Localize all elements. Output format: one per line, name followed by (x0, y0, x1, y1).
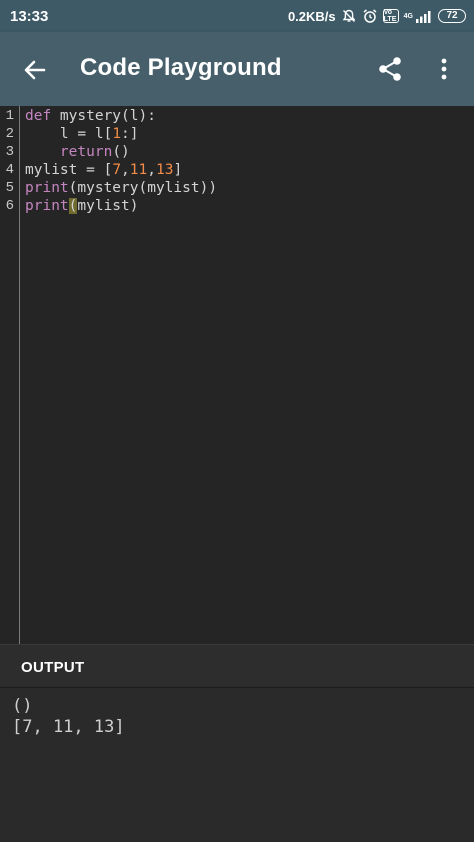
keyword-token: print (25, 198, 69, 214)
line-number: 5 (5, 180, 14, 196)
back-arrow-icon[interactable] (18, 53, 52, 87)
code-token: ] (173, 162, 183, 178)
network-speed: 0.2KB/s (287, 8, 336, 24)
battery-icon: 72 (438, 9, 466, 23)
line-number: 1 (5, 108, 14, 124)
more-vert-icon[interactable] (432, 53, 456, 85)
share-icon[interactable] (374, 53, 406, 85)
code-token: l = l[ (25, 126, 113, 142)
keyword-token: print (25, 180, 69, 196)
volte-icon: Vo LTE (382, 9, 399, 23)
code-token: (mystery(mylist)) (68, 180, 218, 196)
code-line[interactable]: print(mystery(mylist)) (25, 179, 217, 197)
code-editor[interactable]: 1 2 3 4 5 6 def mystery(l): l = l[1:] re… (0, 106, 474, 644)
code-token: mystery(l): (51, 108, 156, 124)
number-token: 13 (155, 162, 174, 178)
status-icons: 0.2KB/s Vo LTE 4G 72 (288, 8, 466, 24)
status-bar: 13:33 0.2KB/s Vo LTE 4G 72 (0, 0, 474, 32)
output-header: OUTPUT (0, 644, 474, 688)
code-line[interactable]: def mystery(l): (25, 107, 156, 125)
code-line[interactable]: l = l[1:] (25, 125, 139, 143)
line-number: 3 (5, 144, 14, 160)
code-token: , (147, 162, 156, 178)
number-token: 7 (112, 162, 122, 178)
mute-bell-icon (341, 8, 357, 24)
code-token: :] (121, 126, 139, 142)
line-number: 4 (5, 162, 14, 178)
code-line[interactable]: print(mylist) (25, 197, 139, 215)
code-line[interactable]: return() (25, 143, 130, 161)
keyword-token: return (59, 144, 113, 160)
app-bar: Code Playground (0, 32, 474, 106)
keyword-token: def (25, 108, 52, 124)
line-number: 2 (5, 126, 14, 142)
number-token: 1 (112, 126, 122, 142)
output-line: [7, 11, 13] (12, 717, 125, 737)
output-title: OUTPUT (21, 659, 85, 676)
line-number-gutter: 1 2 3 4 5 6 (0, 106, 20, 644)
alarm-icon (362, 8, 378, 24)
signal-icon (415, 9, 433, 23)
code-token: () (112, 144, 130, 160)
code-token: mylist) (77, 198, 139, 214)
output-line: () (12, 696, 33, 716)
line-number: 6 (5, 198, 14, 214)
page-title: Code Playground (80, 54, 282, 81)
code-line[interactable]: mylist = [7,11,13] (25, 161, 182, 179)
code-token: mylist = [ (25, 162, 113, 178)
number-token: 11 (129, 162, 148, 178)
output-panel: () [7, 11, 13] (0, 688, 474, 842)
status-time: 13:33 (10, 7, 49, 25)
code-token: , (121, 162, 130, 178)
network-type: 4G (403, 12, 413, 20)
